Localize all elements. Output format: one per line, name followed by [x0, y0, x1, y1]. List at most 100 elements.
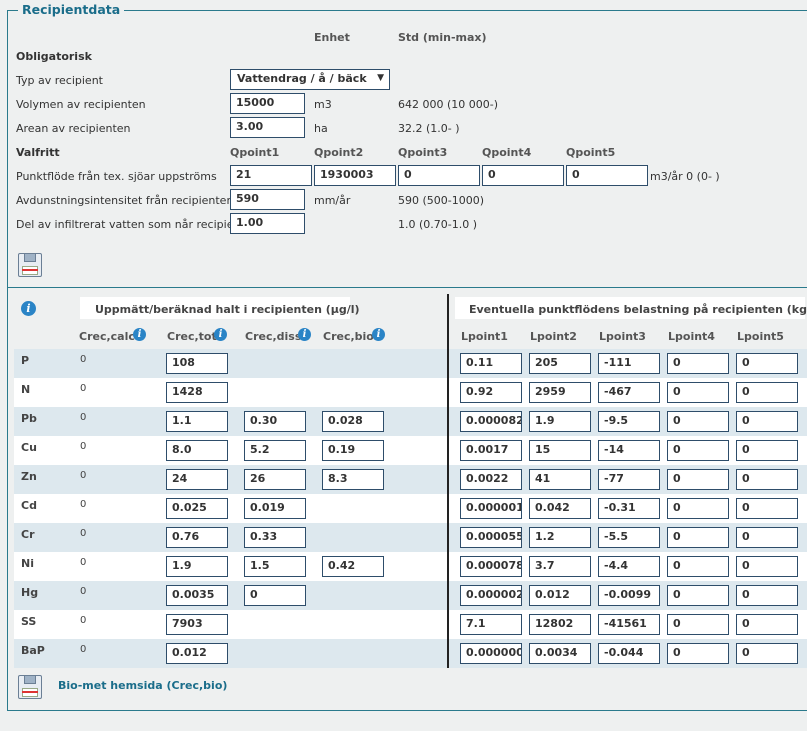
lpoint2-input[interactable]: 41	[529, 469, 591, 490]
lpoint3-input[interactable]: -111	[598, 353, 660, 374]
lpoint2-input[interactable]: 1.9	[529, 411, 591, 432]
lpoint3-input[interactable]: -467	[598, 382, 660, 403]
lpoint5-input[interactable]: 0	[736, 614, 798, 635]
info-icon[interactable]: i	[133, 328, 146, 341]
floppy-disk-icon[interactable]	[18, 253, 42, 277]
crec-bio-input[interactable]: 0.19	[322, 440, 384, 461]
info-icon[interactable]: i	[21, 301, 36, 316]
lpoint1-input[interactable]: 0.000078	[460, 556, 522, 577]
crec-tot-input[interactable]: 0.012	[166, 643, 228, 664]
lpoint4-input[interactable]: 0	[667, 353, 729, 374]
lpoint1-input[interactable]: 0.000082	[460, 411, 522, 432]
crec-tot-input[interactable]: 0.0035	[166, 585, 228, 606]
lpoint4-input[interactable]: 0	[667, 469, 729, 490]
lpoint3-input[interactable]: -41561	[598, 614, 660, 635]
lpoint5-input[interactable]: 0	[736, 643, 798, 664]
lpoint4-input[interactable]: 0	[667, 556, 729, 577]
lpoint1-input[interactable]: 0.000001	[460, 498, 522, 519]
lpoint4-input[interactable]: 0	[667, 643, 729, 664]
crec-diss-input[interactable]: 0.33	[244, 527, 306, 548]
info-icon[interactable]: i	[214, 328, 227, 341]
lpoint4-input[interactable]: 0	[667, 585, 729, 606]
lpoint5-input[interactable]: 0	[736, 440, 798, 461]
crec-tot-input[interactable]: 1.9	[166, 556, 228, 577]
lpoint5-input[interactable]: 0	[736, 527, 798, 548]
crec-bio-input[interactable]: 0.028	[322, 411, 384, 432]
lpoint2-input[interactable]: 1.2	[529, 527, 591, 548]
dropdown-arrow-icon: ▼	[377, 73, 384, 83]
lpoint3-input[interactable]: -9.5	[598, 411, 660, 432]
recipient-type-select[interactable]: Vattendrag / å / bäck ▼	[230, 69, 390, 90]
info-icon[interactable]: i	[372, 328, 385, 341]
lpoint4-input[interactable]: 0	[667, 527, 729, 548]
lpoint1-input[interactable]: 0.000055	[460, 527, 522, 548]
area-std: 32.2 (1.0- )	[398, 122, 460, 135]
lpoint5-input[interactable]: 0	[736, 498, 798, 519]
lpoint2-input[interactable]: 0.0034	[529, 643, 591, 664]
crec-tot-input[interactable]: 24	[166, 469, 228, 490]
crec-diss-input[interactable]: 0.019	[244, 498, 306, 519]
crec-diss-input[interactable]: 26	[244, 469, 306, 490]
crec-diss-input[interactable]: 0	[244, 585, 306, 606]
lpoint1-input[interactable]: 7.1	[460, 614, 522, 635]
lpoint5-input[interactable]: 0	[736, 382, 798, 403]
lpoint1-input[interactable]: 0.92	[460, 382, 522, 403]
floppy-disk-icon[interactable]	[18, 675, 42, 699]
lpoint3-input[interactable]: -0.31	[598, 498, 660, 519]
lpoint5-input[interactable]: 0	[736, 469, 798, 490]
lpoint3-input[interactable]: -77	[598, 469, 660, 490]
lpoint3-input[interactable]: -14	[598, 440, 660, 461]
biomet-link[interactable]: Bio-met hemsida (Crec,bio)	[58, 679, 227, 692]
lpoint3-input[interactable]: -4.4	[598, 556, 660, 577]
qpoint1-input[interactable]: 21	[230, 165, 312, 186]
infiltration-input[interactable]: 1.00	[230, 213, 305, 234]
crec-tot-input[interactable]: 1428	[166, 382, 228, 403]
lpoint2-input[interactable]: 205	[529, 353, 591, 374]
lpoint1-input[interactable]: 0.000002	[460, 585, 522, 606]
area-input[interactable]: 3.00	[230, 117, 305, 138]
lpoint4-input[interactable]: 0	[667, 440, 729, 461]
lpoint1-input[interactable]: 0.11	[460, 353, 522, 374]
info-icon[interactable]: i	[298, 328, 311, 341]
volume-input[interactable]: 15000	[230, 93, 305, 114]
lpoint2-input[interactable]: 0.012	[529, 585, 591, 606]
qpoint5-input[interactable]: 0	[566, 165, 648, 186]
lpoint1-input[interactable]: 0.0017	[460, 440, 522, 461]
lpoint3-input[interactable]: -5.5	[598, 527, 660, 548]
crec-bio-input[interactable]: 0.42	[322, 556, 384, 577]
lpoint5-input[interactable]: 0	[736, 585, 798, 606]
substance-name: Pb	[21, 412, 37, 425]
lpoint4-input[interactable]: 0	[667, 411, 729, 432]
lpoint4-input[interactable]: 0	[667, 614, 729, 635]
lpoint2-input[interactable]: 15	[529, 440, 591, 461]
crec-tot-input[interactable]: 0.025	[166, 498, 228, 519]
lpoint1-input[interactable]: 0.000000	[460, 643, 522, 664]
crec-tot-input[interactable]: 7903	[166, 614, 228, 635]
crec-diss-input[interactable]: 0.30	[244, 411, 306, 432]
lpoint3-input[interactable]: -0.0099	[598, 585, 660, 606]
volume-std: 642 000 (10 000-)	[398, 98, 499, 111]
crec-diss-input[interactable]: 1.5	[244, 556, 306, 577]
lpoint2-input[interactable]: 2959	[529, 382, 591, 403]
evaporation-input[interactable]: 590	[230, 189, 305, 210]
qpoint4-input[interactable]: 0	[482, 165, 564, 186]
qpoint2-input[interactable]: 1930003	[314, 165, 396, 186]
qpoint3-input[interactable]: 0	[398, 165, 480, 186]
lpoint5-input[interactable]: 0	[736, 353, 798, 374]
lpoint5-input[interactable]: 0	[736, 556, 798, 577]
crec-bio-input[interactable]: 8.3	[322, 469, 384, 490]
lpoint2-input[interactable]: 0.042	[529, 498, 591, 519]
lpoint4-input[interactable]: 0	[667, 498, 729, 519]
lpoint2-input[interactable]: 3.7	[529, 556, 591, 577]
crec-tot-input[interactable]: 1.1	[166, 411, 228, 432]
crec-diss-input[interactable]: 5.2	[244, 440, 306, 461]
crec-tot-input[interactable]: 108	[166, 353, 228, 374]
lpoint3-input[interactable]: -0.044	[598, 643, 660, 664]
std-column-header: Std (min-max)	[398, 31, 487, 44]
lpoint1-input[interactable]: 0.0022	[460, 469, 522, 490]
crec-tot-input[interactable]: 0.76	[166, 527, 228, 548]
lpoint2-input[interactable]: 12802	[529, 614, 591, 635]
lpoint5-input[interactable]: 0	[736, 411, 798, 432]
crec-tot-input[interactable]: 8.0	[166, 440, 228, 461]
lpoint4-input[interactable]: 0	[667, 382, 729, 403]
